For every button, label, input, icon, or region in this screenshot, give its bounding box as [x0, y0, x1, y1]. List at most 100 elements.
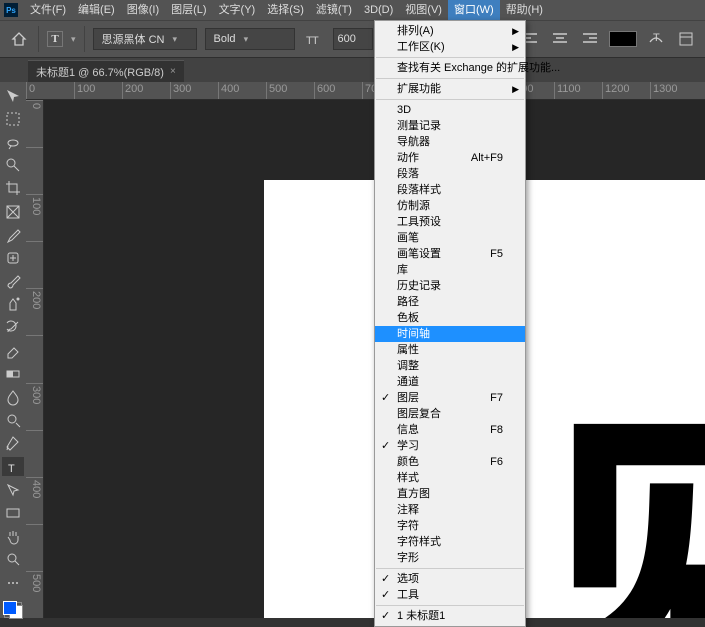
- ruler-vertical[interactable]: 0100200300400500: [26, 100, 44, 618]
- menu-item[interactable]: 导航器: [375, 134, 525, 150]
- submenu-arrow-icon: ▶: [512, 39, 519, 55]
- type-tool[interactable]: T: [2, 457, 24, 476]
- home-button[interactable]: [8, 28, 30, 50]
- options-bar: T ▾ 思源黑体 CN▾ Bold▾ TT 600 T: [0, 20, 705, 58]
- rectangle-tool[interactable]: [2, 503, 24, 522]
- marquee-tool[interactable]: [2, 109, 24, 128]
- menu-separator: [376, 568, 524, 569]
- menu-item[interactable]: 时间轴: [375, 326, 525, 342]
- menu-item[interactable]: 工作区(K)▶: [375, 39, 525, 55]
- font-family-value: 思源黑体 CN: [102, 31, 165, 47]
- menu-item[interactable]: 选项✓: [375, 571, 525, 587]
- move-tool[interactable]: [2, 86, 24, 105]
- menu-item[interactable]: 历史记录: [375, 278, 525, 294]
- menubar-item[interactable]: 文字(Y): [213, 0, 262, 20]
- menu-item[interactable]: 调整: [375, 358, 525, 374]
- menu-item[interactable]: 画笔设置F5: [375, 246, 525, 262]
- menu-item[interactable]: 注释: [375, 502, 525, 518]
- menu-item[interactable]: 扩展功能▶: [375, 81, 525, 97]
- warp-text-button[interactable]: T: [645, 28, 667, 50]
- zoom-tool[interactable]: [2, 550, 24, 569]
- font-size-icon: TT: [303, 28, 325, 50]
- menu-item[interactable]: 样式: [375, 470, 525, 486]
- menu-item[interactable]: 学习✓: [375, 438, 525, 454]
- history-brush-tool[interactable]: [2, 318, 24, 337]
- check-icon: ✓: [381, 571, 390, 587]
- quick-select-tool[interactable]: [2, 156, 24, 175]
- menu-item[interactable]: 颜色F6: [375, 454, 525, 470]
- document-tab[interactable]: 未标题1 @ 66.7%(RGB/8) ×: [28, 60, 184, 82]
- brush-tool[interactable]: [2, 272, 24, 291]
- close-icon[interactable]: ×: [170, 66, 176, 77]
- menu-item[interactable]: 直方图: [375, 486, 525, 502]
- menu-item[interactable]: 排列(A)▶: [375, 23, 525, 39]
- menu-item[interactable]: 字符样式: [375, 534, 525, 550]
- gradient-tool[interactable]: [2, 364, 24, 383]
- fg-bg-swatch[interactable]: [4, 602, 22, 618]
- menu-item[interactable]: 段落样式: [375, 182, 525, 198]
- menubar-item[interactable]: 编辑(E): [72, 0, 121, 20]
- menubar-item[interactable]: 滤镜(T): [310, 0, 358, 20]
- menu-item[interactable]: 测量记录: [375, 118, 525, 134]
- menu-separator: [376, 57, 524, 58]
- menu-item[interactable]: 画笔: [375, 230, 525, 246]
- frame-tool[interactable]: [2, 202, 24, 221]
- pen-tool[interactable]: [2, 434, 24, 453]
- menubar-item[interactable]: 3D(D): [358, 0, 399, 20]
- window-menu-dropdown: 排列(A)▶工作区(K)▶ 查找有关 Exchange 的扩展功能... 扩展功能▶…: [374, 20, 526, 627]
- menubar-item[interactable]: 文件(F): [24, 0, 72, 20]
- align-right-button[interactable]: [579, 28, 601, 50]
- menubar-item[interactable]: 窗口(W): [448, 0, 500, 20]
- menu-item[interactable]: 字形: [375, 550, 525, 566]
- blur-tool[interactable]: [2, 387, 24, 406]
- menubar-item[interactable]: 图层(L): [165, 0, 212, 20]
- lasso-tool[interactable]: [2, 132, 24, 151]
- menubar-item[interactable]: 视图(V): [399, 0, 448, 20]
- menu-item[interactable]: 3D: [375, 102, 525, 118]
- path-select-tool[interactable]: [2, 480, 24, 499]
- clone-tool[interactable]: [2, 295, 24, 314]
- menubar-item[interactable]: 图像(I): [121, 0, 165, 20]
- document-tab-title: 未标题1 @ 66.7%(RGB/8): [36, 64, 164, 80]
- hand-tool[interactable]: [2, 527, 24, 546]
- menu-item[interactable]: 仿制源: [375, 198, 525, 214]
- menu-item[interactable]: 工具✓: [375, 587, 525, 603]
- healing-tool[interactable]: [2, 248, 24, 267]
- char-panel-button[interactable]: [675, 28, 697, 50]
- tool-preset-chevron[interactable]: ▾: [71, 34, 76, 45]
- menu-item[interactable]: 图层复合: [375, 406, 525, 422]
- type-tool-indicator[interactable]: T: [47, 31, 63, 47]
- menu-item[interactable]: 1 未标题1✓: [375, 608, 525, 624]
- check-icon: ✓: [381, 587, 390, 603]
- menu-item[interactable]: 工具预设: [375, 214, 525, 230]
- check-icon: ✓: [381, 390, 390, 406]
- menu-separator: [376, 605, 524, 606]
- edit-toolbar-tool[interactable]: [2, 573, 24, 592]
- menu-item[interactable]: 字符: [375, 518, 525, 534]
- align-center-button[interactable]: [549, 28, 571, 50]
- ruler-horizontal[interactable]: 0100200300400500600700800900100011001200…: [26, 82, 705, 100]
- app-logo: Ps: [4, 3, 18, 17]
- menu-item[interactable]: 色板: [375, 310, 525, 326]
- font-weight-select[interactable]: Bold▾: [205, 28, 295, 50]
- menu-item[interactable]: 段落: [375, 166, 525, 182]
- menubar-item[interactable]: 选择(S): [261, 0, 310, 20]
- font-size-input[interactable]: 600: [333, 28, 373, 50]
- menu-item[interactable]: 路径: [375, 294, 525, 310]
- eraser-tool[interactable]: [2, 341, 24, 360]
- menubar-item[interactable]: 帮助(H): [500, 0, 549, 20]
- text-color-swatch[interactable]: [609, 31, 637, 47]
- dodge-tool[interactable]: [2, 411, 24, 430]
- eyedropper-tool[interactable]: [2, 225, 24, 244]
- canvas-text-content: 见口: [534, 390, 705, 618]
- menu-item[interactable]: 库: [375, 262, 525, 278]
- menu-item[interactable]: 动作Alt+F9: [375, 150, 525, 166]
- menu-item[interactable]: 查找有关 Exchange 的扩展功能...: [375, 60, 525, 76]
- menu-item[interactable]: 图层F7✓: [375, 390, 525, 406]
- menu-item[interactable]: 通道: [375, 374, 525, 390]
- menu-item[interactable]: 属性: [375, 342, 525, 358]
- font-family-select[interactable]: 思源黑体 CN▾: [93, 28, 197, 50]
- svg-text:T: T: [312, 35, 319, 46]
- menu-item[interactable]: 信息F8: [375, 422, 525, 438]
- crop-tool[interactable]: [2, 179, 24, 198]
